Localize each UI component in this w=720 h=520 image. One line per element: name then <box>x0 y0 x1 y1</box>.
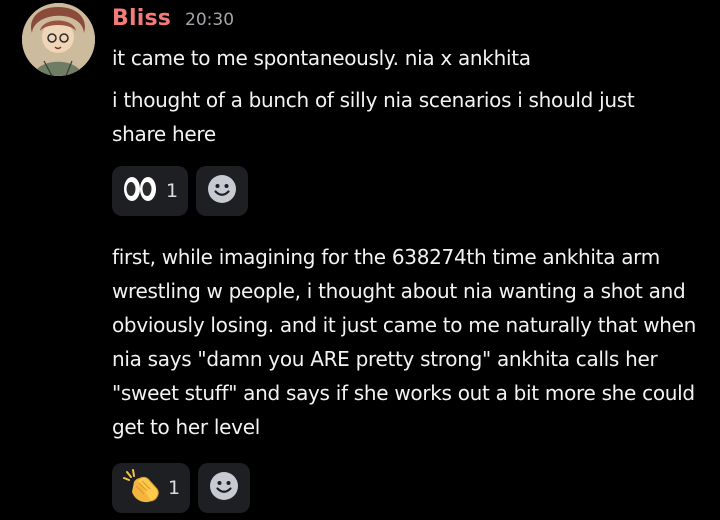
timestamp[interactable]: 20:30 <box>185 10 234 30</box>
reactions-row: 1 <box>112 166 249 216</box>
reaction-clap[interactable]: 1 <box>112 463 191 513</box>
message-body: first, while imagining for the 638274th … <box>112 245 697 439</box>
eyes-icon <box>122 174 158 208</box>
smiley-icon <box>209 471 239 505</box>
message-line: i thought of a bunch of silly nia scenar… <box>112 88 635 146</box>
reaction-count: 1 <box>166 180 179 202</box>
add-reaction-button[interactable] <box>196 166 249 216</box>
message-header: Bliss 20:30 <box>112 6 234 42</box>
smiley-icon <box>207 174 237 208</box>
username[interactable]: Bliss <box>112 6 171 31</box>
avatar[interactable] <box>22 3 95 76</box>
add-reaction-button[interactable] <box>198 463 251 513</box>
message-line: it came to me spontaneously. nia x ankhi… <box>112 46 531 70</box>
reactions-row: 1 <box>112 463 251 513</box>
reaction-count: 1 <box>168 477 181 499</box>
avatar-illustration <box>22 3 95 76</box>
clapping-hands-icon <box>122 468 160 508</box>
reaction-eyes[interactable]: 1 <box>112 166 189 216</box>
